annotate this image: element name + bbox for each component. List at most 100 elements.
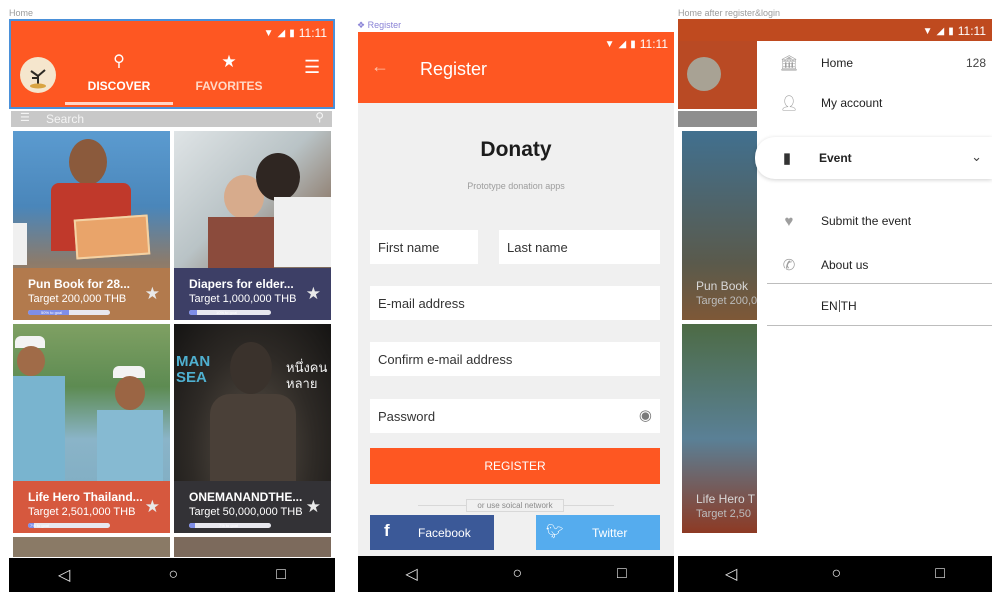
favorite-star-icon[interactable]: ★: [306, 497, 321, 517]
first-name-field[interactable]: First name: [370, 230, 478, 264]
search-icon[interactable]: ⚲: [315, 110, 324, 124]
register-button[interactable]: REGISTER: [370, 448, 660, 484]
campaign-card: Life Hero T Target 2,50: [682, 324, 758, 533]
divider: [767, 283, 992, 284]
poster-text: MAN SEA: [176, 353, 211, 386]
battery-icon: ▮: [630, 38, 636, 50]
battery-icon: ▮: [948, 25, 954, 37]
home-icon[interactable]: ○: [168, 566, 178, 584]
last-name-field[interactable]: Last name: [499, 230, 660, 264]
favorite-star-icon[interactable]: ★: [145, 284, 160, 304]
book-icon: ▮: [782, 150, 792, 167]
signal-icon: ◢: [277, 27, 286, 39]
app-logo[interactable]: [20, 57, 56, 93]
progress-label: 10% to goal: [216, 310, 238, 315]
app-logo: [687, 57, 721, 91]
heart-icon: ♥: [784, 212, 794, 230]
progress-label: 50% to goal: [41, 310, 63, 315]
app-name: Donaty: [480, 138, 552, 161]
email-field[interactable]: E-mail address: [370, 286, 660, 320]
twitter-icon: 🐦︎: [546, 523, 564, 539]
social-divider-label: or use soical network: [466, 499, 564, 512]
password-field[interactable]: Password ◉: [370, 399, 660, 433]
home-screen: ▼ ◢ ▮ 11:11 ⚲ DISCOVER ★ FAVORITES ☰ ☰ S…: [9, 19, 335, 592]
back-icon[interactable]: ◁: [58, 565, 70, 585]
drawer-item-my-account[interactable]: 👤︎ My account: [757, 83, 992, 123]
home-icon[interactable]: ○: [831, 565, 841, 583]
status-time: 11:11: [957, 24, 986, 38]
card-target: Target 2,501,000 THB: [28, 506, 136, 518]
home-count: 128: [965, 56, 986, 70]
drawer-item-about-us[interactable]: ✆ About us: [757, 245, 992, 285]
menu-icon[interactable]: ☰: [304, 57, 320, 78]
divider: [767, 325, 992, 326]
app-tagline: Prototype donation apps: [467, 181, 565, 191]
tab-favorites[interactable]: ★ FAVORITES: [179, 53, 279, 101]
card-title: Diapers for elder...: [189, 277, 294, 291]
search-input[interactable]: Search: [46, 112, 84, 126]
favorite-star-icon[interactable]: ★: [306, 284, 321, 304]
campaign-card[interactable]: Life Hero Thailand... Target 2,501,000 T…: [13, 324, 170, 533]
poster-text-thai: หนึ่งคน หลาย: [286, 360, 328, 391]
battery-icon: ▮: [289, 27, 295, 39]
wifi-icon: ▼: [604, 38, 615, 50]
campaign-card[interactable]: Pun Book for 28... Target 200,000 THB 50…: [13, 131, 170, 320]
campaign-card-partial[interactable]: [13, 537, 170, 557]
campaign-card[interactable]: Diapers for elder... Target 1,000,000 TH…: [174, 131, 331, 320]
card-title: Life Hero Thailand...: [28, 490, 143, 504]
register-screen: ▼ ◢ ▮ 11:11 ← Register Donaty Prototype …: [358, 32, 674, 592]
language-switch[interactable]: EN TH: [821, 299, 857, 313]
signal-icon: ◢: [936, 25, 945, 37]
caption-drawer: Home after register&login: [678, 8, 781, 18]
lang-th[interactable]: TH: [841, 299, 857, 313]
status-bar: ▼ ◢ ▮ 11:11: [11, 22, 333, 44]
search-icon: ⚲: [113, 53, 125, 70]
phone-icon: ✆: [782, 257, 796, 274]
person-icon: 👤︎: [779, 95, 799, 112]
tree-icon: [30, 69, 46, 89]
campaign-card-partial[interactable]: [174, 537, 331, 557]
nav-drawer: 🏛︎ Home 128 👤︎ My account ▮ Event ⌄ ♥ Su…: [755, 41, 992, 556]
system-nav-bar: ◁ ○ □: [678, 556, 992, 592]
wifi-icon: ▼: [922, 25, 933, 37]
page-title: Register: [420, 59, 488, 79]
drawer-item-home[interactable]: 🏛︎ Home 128: [757, 43, 992, 83]
home-icon[interactable]: ○: [512, 565, 522, 583]
system-nav-bar: ◁ ○ □: [358, 556, 674, 592]
drawer-item-submit-event[interactable]: ♥ Submit the event: [757, 201, 992, 241]
card-target: Target 50,000,000 THB: [189, 506, 303, 518]
lang-en[interactable]: EN: [821, 299, 838, 313]
back-arrow-icon[interactable]: ←: [371, 56, 389, 77]
status-time: 11:11: [298, 26, 327, 40]
search-bar[interactable]: ☰ Search ⚲: [11, 110, 332, 127]
caption-home: Home: [9, 8, 34, 18]
chevron-down-icon[interactable]: ⌄: [971, 149, 982, 165]
card-title: Pun Book for 28...: [28, 277, 131, 291]
recents-icon[interactable]: □: [276, 566, 286, 584]
campaign-card: Pun Book Target 200,0: [682, 131, 758, 320]
progress-label: 7% to goal: [219, 523, 238, 528]
recents-icon[interactable]: □: [617, 565, 627, 583]
drawer-screen: Pun Book Target 200,0 Life Hero T Target…: [678, 19, 992, 592]
card-title: ONEMANANDTHE...: [189, 490, 303, 504]
progress-label: 7% to goal: [30, 523, 49, 528]
status-time: 11:11: [639, 37, 668, 51]
confirm-email-field[interactable]: Confirm e-mail address: [370, 342, 660, 376]
filter-icon[interactable]: ☰: [20, 111, 30, 124]
status-bar: ▼ ◢ ▮ 11:11: [358, 33, 674, 55]
back-icon[interactable]: ◁: [725, 564, 737, 584]
home-header: ▼ ◢ ▮ 11:11 ⚲ DISCOVER ★ FAVORITES ☰: [9, 19, 335, 109]
tab-indicator: [65, 102, 173, 105]
facebook-button[interactable]: f Facebook: [370, 515, 494, 550]
campaign-card[interactable]: MAN SEA หนึ่งคน หลาย ONEMANANDTHE... Targe…: [174, 324, 331, 533]
back-icon[interactable]: ◁: [405, 564, 417, 584]
twitter-button[interactable]: 🐦︎ Twitter: [536, 515, 660, 550]
tab-discover[interactable]: ⚲ DISCOVER: [65, 53, 173, 105]
wifi-icon: ▼: [263, 27, 274, 39]
eye-icon[interactable]: ◉: [639, 406, 652, 424]
recents-icon[interactable]: □: [935, 565, 945, 583]
home-behind: Pun Book Target 200,0 Life Hero T Target…: [678, 19, 758, 556]
drawer-item-event[interactable]: ▮ Event ⌄: [755, 137, 992, 179]
facebook-icon: f: [384, 521, 390, 540]
favorite-star-icon[interactable]: ★: [145, 497, 160, 517]
